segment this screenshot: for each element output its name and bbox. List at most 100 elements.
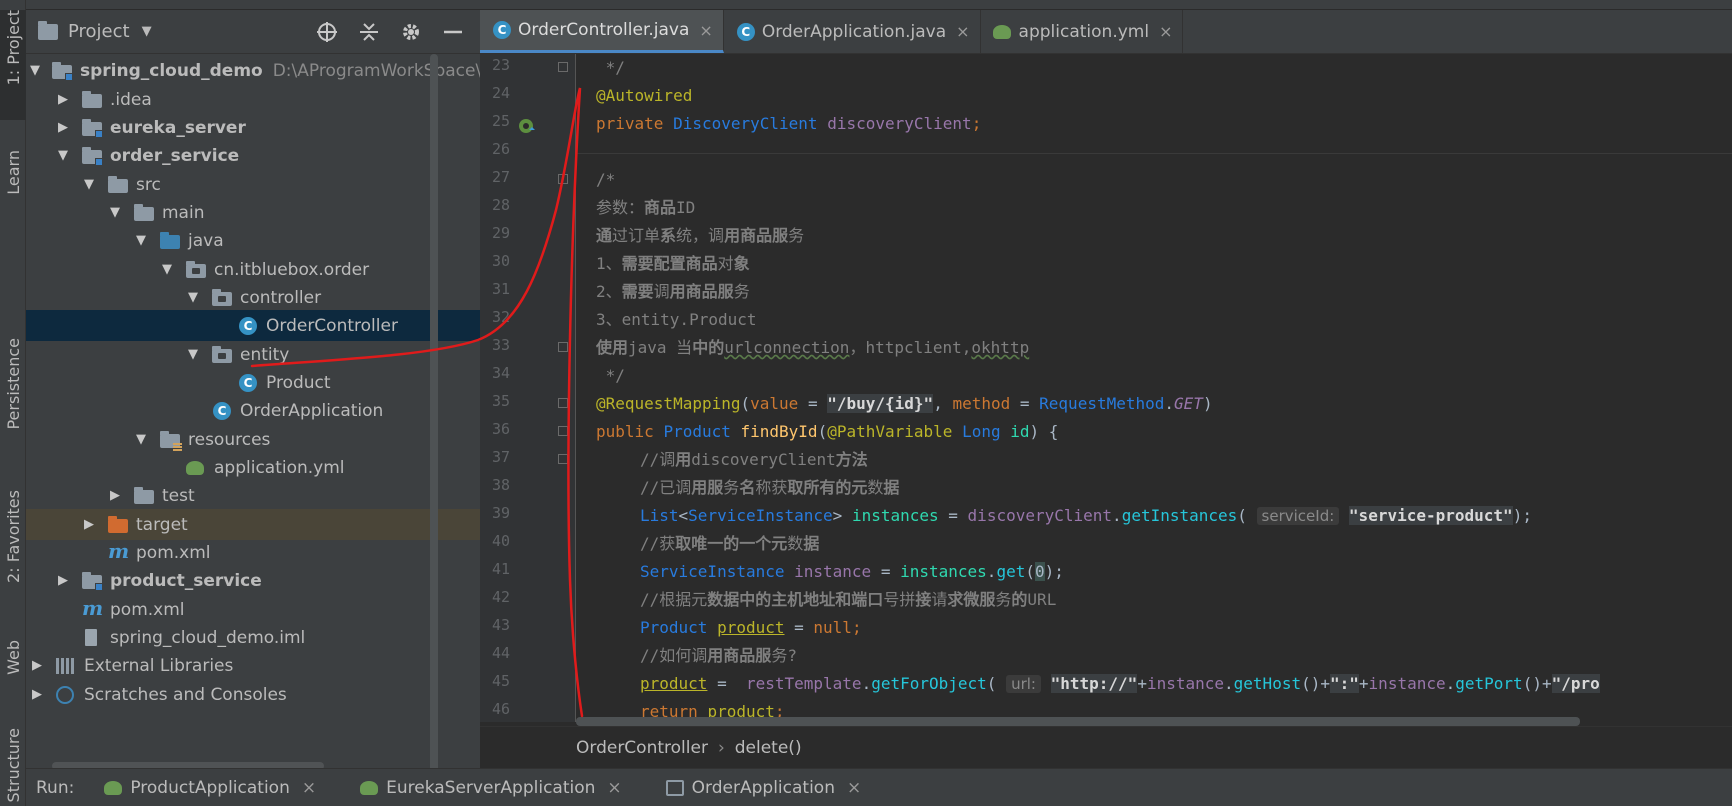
tree-expand-arrow-icon[interactable]: ▼ [186, 347, 200, 362]
tree-item-java[interactable]: ▼ java [26, 225, 480, 256]
tree-expand-arrow-icon[interactable]: ▼ [160, 262, 174, 277]
run-tab-eureka-server-application[interactable]: EurekaServerApplication × [360, 778, 622, 798]
tree-item-product[interactable]: C Product [26, 367, 480, 398]
tab-order-application[interactable]: C OrderApplication.java × [724, 10, 981, 53]
tree-item-order-application[interactable]: C OrderApplication [26, 395, 480, 426]
editor-horizontal-scrollbar[interactable] [576, 717, 1580, 726]
tree-collapse-arrow-icon[interactable]: ▶ [56, 92, 70, 107]
tree-item-application-yml[interactable]: application.yml [26, 452, 480, 483]
close-icon[interactable]: × [699, 21, 712, 40]
tree-item-iml[interactable]: spring_cloud_demo.iml [26, 622, 480, 653]
code-token: Long [962, 422, 1011, 441]
fold-marker-icon[interactable] [558, 426, 568, 436]
fold-marker-icon[interactable] [558, 62, 568, 72]
tree-item-order-service[interactable]: ▼ order_service [26, 140, 480, 171]
code-token: 据 [803, 534, 820, 553]
tree-item-label: External Libraries [84, 655, 234, 676]
editor-gutter[interactable]: 23 24 25 26 27 28 29 30 31 32 33 34 35 3… [480, 54, 576, 722]
code-editor[interactable]: */ @Autowired private DiscoveryClient di… [576, 54, 1732, 722]
module-folder-icon [52, 61, 73, 81]
tree-item-order-controller[interactable]: C OrderController [26, 310, 480, 341]
tree-collapse-arrow-icon[interactable]: ▶ [30, 687, 44, 702]
tree-item-entity[interactable]: ▼ entity [26, 339, 480, 370]
bean-navigation-icon[interactable] [517, 116, 537, 140]
tree-collapse-arrow-icon[interactable]: ▶ [56, 120, 70, 135]
breadcrumb-class[interactable]: OrderController [576, 738, 708, 758]
minimize-icon[interactable] [442, 21, 464, 43]
fold-marker-icon[interactable] [558, 342, 568, 352]
tab-order-controller[interactable]: C OrderController.java × [480, 10, 724, 53]
tree-expand-arrow-icon[interactable]: ▼ [108, 205, 122, 220]
line-number: 31 [491, 280, 510, 298]
code-token: 用商品服 [707, 646, 772, 665]
tree-item-resources[interactable]: ▼ resources [26, 424, 480, 455]
fold-marker-icon[interactable] [558, 174, 568, 184]
code-line-31: 2、需要调用商品服务 [596, 278, 750, 306]
code-line-27: /* [596, 170, 616, 189]
fold-marker-icon[interactable] [558, 454, 568, 464]
tree-item-external-libraries[interactable]: ▶ External Libraries [26, 650, 480, 681]
code-token: . [986, 562, 997, 581]
tree-expand-arrow-icon[interactable]: ▼ [30, 63, 40, 78]
tool-tab-structure-label: Structure [3, 728, 23, 803]
project-vertical-scrollbar[interactable] [428, 54, 438, 774]
tree-item-label: java [188, 230, 224, 251]
code-token: instance [794, 562, 872, 581]
tree-item-target[interactable]: ▶ target [26, 509, 480, 540]
tree-item-package[interactable]: ▼ cn.itbluebox.order [26, 254, 480, 285]
tab-application-yml[interactable]: application.yml × [981, 10, 1184, 53]
tree-item-product-service[interactable]: ▶ product_service [26, 565, 480, 596]
tree-expand-arrow-icon[interactable]: ▼ [186, 290, 200, 305]
code-token: , [933, 394, 953, 413]
fold-marker-icon[interactable] [558, 398, 568, 408]
close-icon[interactable]: × [956, 22, 969, 41]
close-icon[interactable]: × [1159, 22, 1172, 41]
tree-collapse-arrow-icon[interactable]: ▶ [56, 573, 70, 588]
chevron-down-icon[interactable]: ▼ [142, 24, 152, 39]
tool-tab-project[interactable]: 1: Project [0, 10, 26, 120]
tree-item-spring-cloud-demo[interactable]: ▼ spring_cloud_demo D:\AProgramWorkSpace… [26, 55, 495, 86]
tree-item-main[interactable]: ▼ main [26, 197, 480, 228]
tree-item-order-pom[interactable]: m pom.xml [26, 537, 480, 568]
tree-item-scratches[interactable]: ▶ Scratches and Consoles [26, 679, 480, 710]
tab-label: application.yml [1018, 21, 1150, 42]
tree-expand-arrow-icon[interactable]: ▼ [134, 432, 148, 447]
code-token: id [1010, 422, 1030, 441]
code-line-45: product = restTemplate.getForObject( url… [640, 670, 1600, 698]
close-icon[interactable]: × [302, 778, 316, 798]
tree-item-src[interactable]: ▼ src [26, 169, 480, 200]
tree-collapse-arrow-icon[interactable]: ▶ [30, 658, 44, 673]
tool-tab-persistence[interactable]: Persistence [0, 338, 26, 468]
tree-expand-arrow-icon[interactable]: ▼ [82, 177, 96, 192]
run-tab-order-application[interactable]: OrderApplication × [665, 778, 861, 798]
crosshair-icon[interactable] [316, 21, 338, 43]
tree-item-eureka-server[interactable]: ▶ eureka_server [26, 112, 480, 143]
tree-expand-arrow-icon[interactable]: ▼ [134, 233, 148, 248]
tool-tab-web-label: Web [3, 640, 23, 675]
project-panel-title[interactable]: Project [68, 21, 130, 42]
tool-tab-learn[interactable]: Learn [0, 150, 26, 230]
close-icon[interactable]: × [847, 778, 861, 798]
tree-expand-arrow-icon[interactable]: ▼ [56, 148, 70, 163]
code-token: ); [1512, 506, 1532, 525]
parameter-hint: url: [1006, 675, 1041, 693]
code-token: value [750, 394, 799, 413]
collapse-all-icon[interactable] [358, 21, 380, 43]
tree-collapse-arrow-icon[interactable]: ▶ [108, 488, 122, 503]
editor-tab-bar: C OrderController.java × C OrderApplicat… [480, 10, 1732, 54]
code-token: //获 [640, 534, 676, 553]
run-tab-product-application[interactable]: ProductApplication × [104, 778, 316, 798]
tree-item-root-pom[interactable]: m pom.xml [26, 594, 480, 625]
tree-collapse-arrow-icon[interactable]: ▶ [82, 517, 96, 532]
tool-tab-web[interactable]: Web [0, 640, 26, 710]
tool-tab-structure[interactable]: Structure [0, 728, 26, 806]
close-icon[interactable]: × [607, 778, 621, 798]
gear-icon[interactable] [400, 21, 422, 43]
tree-item-idea[interactable]: ▶ .idea [26, 84, 480, 115]
breadcrumb-method[interactable]: delete() [735, 738, 802, 758]
tree-item-test[interactable]: ▶ test [26, 480, 480, 511]
tree-item-controller[interactable]: ▼ controller [26, 282, 480, 313]
tool-tab-favorites[interactable]: 2: Favorites [0, 490, 26, 620]
code-token: () [1301, 674, 1321, 693]
line-number: 32 [491, 308, 510, 326]
